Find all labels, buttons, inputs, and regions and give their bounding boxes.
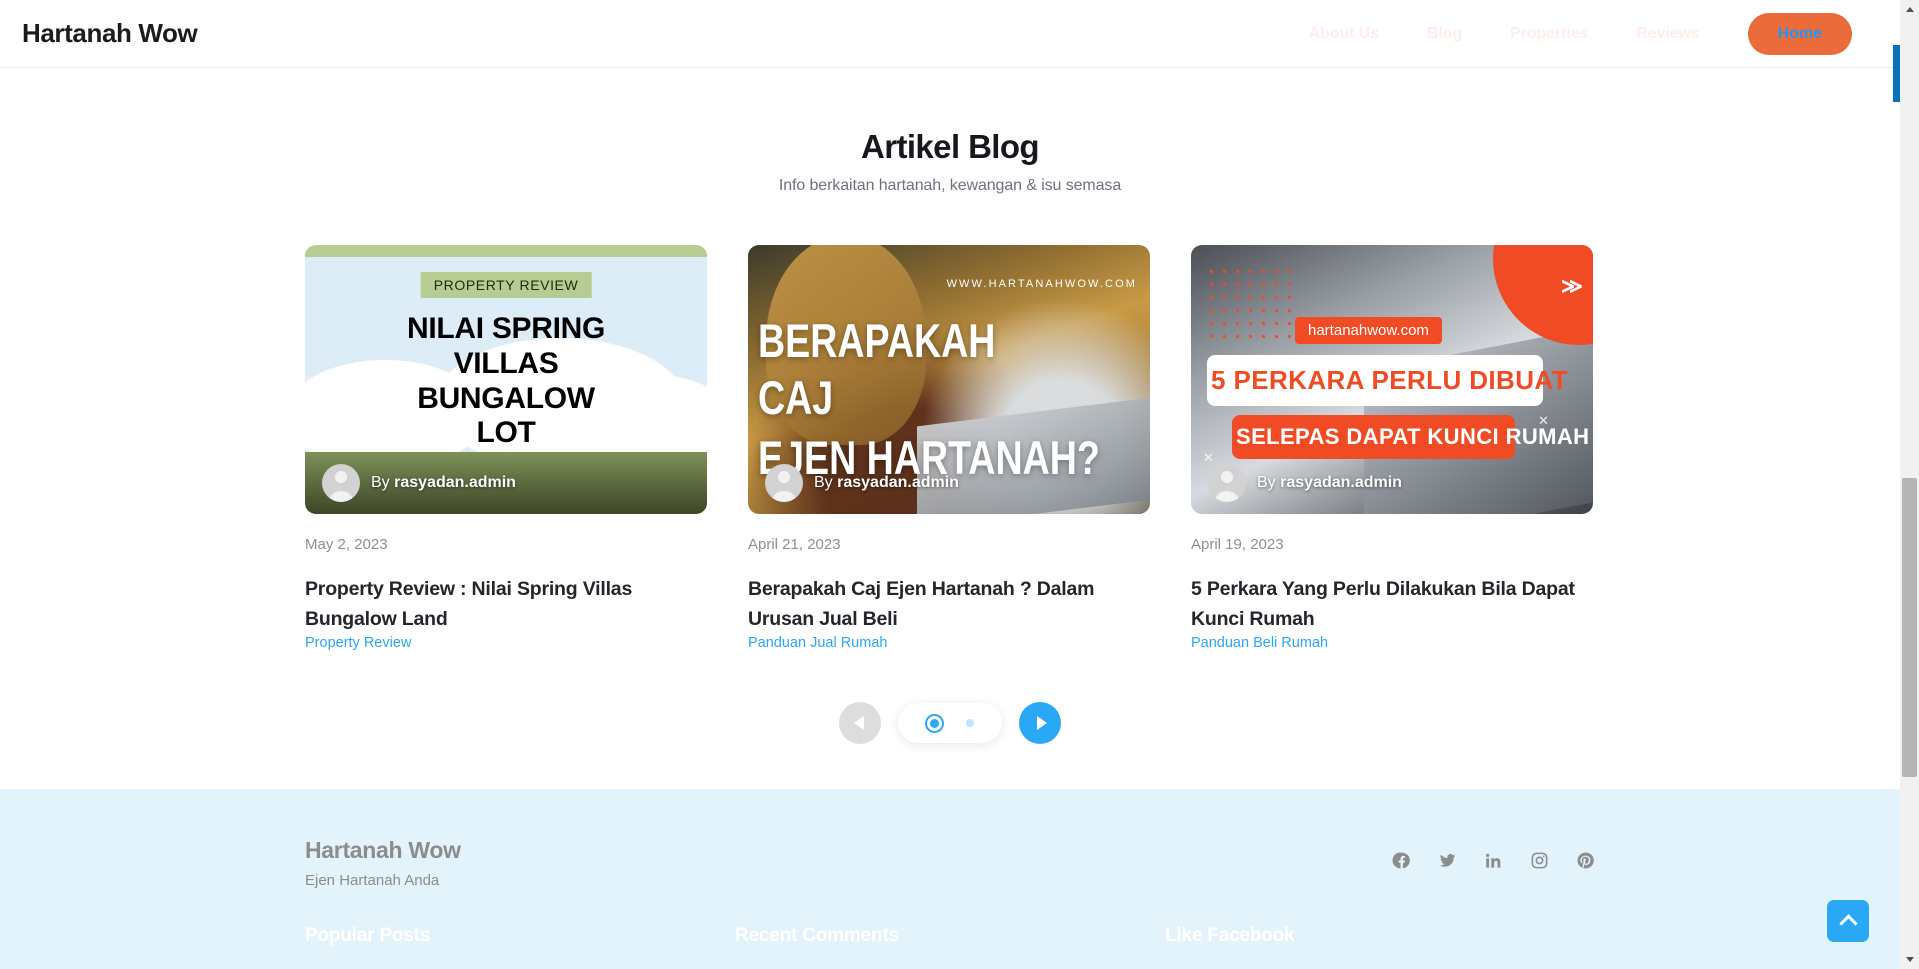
dot-pattern	[1205, 265, 1295, 341]
footer-tagline: Ejen Hartanah Anda	[305, 872, 440, 890]
main-navigation: About Us Blog Properties Reviews Home	[1309, 12, 1878, 55]
thumb-headline-line-2: VILLAS	[453, 346, 559, 380]
wave-icon: ≫	[1561, 275, 1583, 298]
scrollbar-down-arrow[interactable]	[1900, 950, 1919, 969]
author-prefix: By	[371, 474, 390, 491]
thumb-url-tag: hartanahwow.com	[1295, 317, 1442, 344]
widget-title: Recent Comments	[735, 925, 899, 947]
card-date: April 21, 2023	[748, 536, 841, 553]
footer-widget-popular-posts: Popular Posts	[305, 925, 735, 947]
footer-brand[interactable]: Hartanah Wow	[305, 837, 461, 864]
thumb-top-stripe	[305, 245, 707, 257]
linkedin-icon[interactable]	[1484, 851, 1503, 870]
nav-item-reviews[interactable]: Reviews	[1636, 25, 1699, 43]
thumb-badge-label: PROPERTY REVIEW	[420, 272, 592, 298]
author-handle: rasyadan.admin	[394, 474, 516, 491]
card-date: April 19, 2023	[1191, 536, 1284, 553]
browser-viewport: Hartanah Wow About Us Blog Properties Re…	[0, 0, 1919, 969]
author-name: By rasyadan.admin	[371, 474, 516, 492]
footer-brand-block: Hartanah Wow Ejen Hartanah Anda	[305, 837, 461, 889]
card-author-byline: By rasyadan.admin	[748, 452, 1150, 514]
chevron-right-icon	[1036, 716, 1047, 731]
site-footer: Hartanah Wow Ejen Hartanah Anda Popular …	[0, 789, 1900, 969]
thumb-headline-line-1: NILAI SPRING	[406, 312, 606, 345]
author-name: By rasyadan.admin	[1257, 474, 1402, 492]
thumb-website-url: WWW.HARTANAHWOW.COM	[946, 278, 1137, 290]
scrollbar-up-arrow[interactable]	[1900, 0, 1919, 19]
card-category-link[interactable]: Panduan Beli Rumah	[1191, 635, 1328, 651]
thumb-headline-line-3: BUNGALOW	[417, 381, 595, 415]
thumb-headline-line-1: 5 PERKARA PERLU DIBUAT	[1207, 355, 1568, 406]
blog-card-thumbnail[interactable]: WWW.HARTANAHWOW.COM BERAPAKAH CAJ EJEN H…	[748, 245, 1150, 514]
page-subtitle: Info berkaitan hartanah, kewangan & isu …	[778, 177, 1122, 194]
nav-item-properties[interactable]: Properties	[1510, 25, 1588, 43]
author-prefix: By	[1257, 474, 1276, 491]
author-handle: rasyadan.admin	[1280, 474, 1402, 491]
author-name: By rasyadan.admin	[814, 474, 959, 492]
footer-widget-like-facebook: Like Facebook	[1165, 925, 1595, 947]
pinterest-icon[interactable]	[1576, 851, 1595, 870]
card-title[interactable]: Property Review : Nilai Spring Villas Bu…	[305, 575, 707, 634]
blog-card-thumbnail[interactable]: ≫ ✕ ✕ ✕ hartanahwow.com 5 PERKARA PERLU …	[1191, 245, 1593, 514]
twitter-icon[interactable]	[1438, 851, 1457, 870]
footer-widget-recent-comments: Recent Comments	[735, 925, 1165, 947]
card-category-link[interactable]: Property Review	[305, 635, 411, 651]
caret-down-icon	[1905, 957, 1914, 962]
blog-card: ≫ ✕ ✕ ✕ hartanahwow.com 5 PERKARA PERLU …	[1191, 245, 1593, 652]
footer-widgets: Popular Posts Recent Comments Like Faceb…	[305, 925, 1595, 947]
scroll-to-top-button[interactable]	[1827, 900, 1869, 942]
home-button[interactable]: Home	[1747, 12, 1852, 55]
widget-title: Like Facebook	[1165, 925, 1295, 947]
social-links	[1392, 837, 1595, 870]
author-prefix: By	[814, 474, 833, 491]
site-brand-logo[interactable]: Hartanah Wow	[22, 18, 198, 49]
nav-item-about-us[interactable]: About Us	[1309, 25, 1379, 43]
widget-title: Popular Posts	[305, 925, 431, 947]
carousel-dots	[898, 703, 1002, 744]
carousel-dot-1[interactable]	[929, 718, 939, 728]
nav-item-blog[interactable]: Blog	[1427, 25, 1462, 43]
card-title[interactable]: 5 Perkara Yang Perlu Dilakukan Bila Dapa…	[1191, 575, 1593, 634]
blog-card: PROPERTY REVIEW NILAI SPRING VILLAS BUNG…	[305, 245, 707, 652]
thumb-headline-line-1: BERAPAKAH	[758, 314, 996, 367]
carousel-navigation	[305, 702, 1595, 789]
instagram-icon[interactable]	[1530, 851, 1549, 870]
chevron-up-icon	[1838, 914, 1858, 933]
card-date: May 2, 2023	[305, 536, 388, 553]
card-category-link[interactable]: Panduan Jual Rumah	[748, 635, 887, 651]
card-author-byline: By rasyadan.admin	[1191, 452, 1593, 514]
avatar	[765, 464, 803, 502]
carousel-prev-button[interactable]	[839, 702, 881, 745]
avatar	[322, 464, 360, 502]
thumb-headline-line-2: CAJ	[758, 371, 834, 424]
thumb-headline-line-4: LOT	[476, 416, 536, 450]
blog-card-thumbnail[interactable]: PROPERTY REVIEW NILAI SPRING VILLAS BUNG…	[305, 245, 707, 514]
caret-up-icon	[1905, 7, 1914, 12]
blog-section-header: Artikel Blog Info berkaitan hartanah, ke…	[0, 128, 1900, 195]
author-handle: rasyadan.admin	[837, 474, 959, 491]
page-title: Artikel Blog	[861, 128, 1040, 165]
chevron-left-icon	[854, 716, 864, 731]
footer-top-row: Hartanah Wow Ejen Hartanah Anda	[305, 837, 1595, 889]
page-edge-accent	[1893, 45, 1900, 102]
blog-card: WWW.HARTANAHWOW.COM BERAPAKAH CAJ EJEN H…	[748, 245, 1150, 652]
page-content: Hartanah Wow About Us Blog Properties Re…	[0, 0, 1900, 969]
avatar	[1208, 464, 1246, 502]
carousel-dot-2[interactable]	[965, 719, 974, 728]
card-title[interactable]: Berapakah Caj Ejen Hartanah ? Dalam Urus…	[748, 575, 1150, 634]
thumb-headline: NILAI SPRING VILLAS BUNGALOW LOT	[305, 312, 707, 451]
site-header: Hartanah Wow About Us Blog Properties Re…	[0, 0, 1900, 68]
facebook-icon[interactable]	[1392, 851, 1411, 870]
card-author-byline: By rasyadan.admin	[305, 452, 707, 514]
carousel-next-button[interactable]	[1019, 702, 1061, 745]
blog-card-list: PROPERTY REVIEW NILAI SPRING VILLAS BUNG…	[305, 245, 1595, 652]
blog-section: Artikel Blog Info berkaitan hartanah, ke…	[0, 68, 1900, 790]
vertical-scrollbar[interactable]	[1900, 0, 1919, 969]
scrollbar-thumb[interactable]	[1902, 478, 1917, 777]
